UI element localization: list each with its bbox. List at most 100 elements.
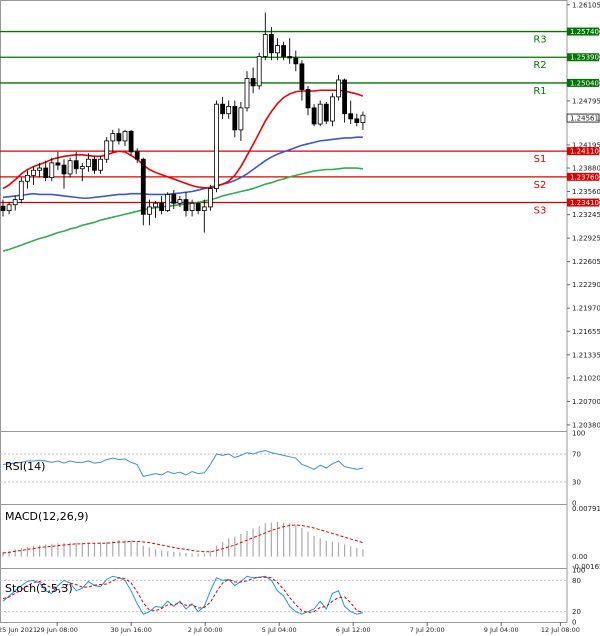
candle-body [43, 167, 49, 178]
candle [61, 159, 67, 189]
level-price-label: 1.25040 [570, 79, 599, 87]
candle-body [67, 160, 73, 175]
candle [317, 100, 323, 127]
candle [232, 100, 238, 138]
candle [201, 199, 207, 233]
x-tick-label: 9 Jul 04:00 [484, 626, 519, 634]
candle-body [214, 103, 219, 189]
candle-body [232, 105, 238, 131]
candle-body [49, 162, 55, 178]
candle-body [177, 199, 183, 204]
candle [293, 50, 299, 72]
x-tick-label: 2 Jul 00:00 [188, 626, 223, 634]
level-price-label: 1.25740 [570, 28, 599, 36]
candle-body [256, 56, 262, 87]
candle-body [6, 204, 12, 211]
candle [128, 129, 134, 156]
candle [79, 162, 85, 182]
candle-body [342, 79, 348, 115]
candle-body [104, 140, 110, 160]
macd-title: MACD(12,26,9) [5, 510, 89, 523]
candle [116, 128, 122, 145]
candle-body [140, 158, 146, 215]
candle-body [287, 56, 293, 59]
candle [110, 129, 116, 152]
candle-body [336, 79, 341, 98]
candle-body [122, 130, 128, 142]
rsi-level-label: 100 [572, 430, 585, 438]
y-tick-label: 1.20380 [572, 421, 600, 429]
candle-body [128, 130, 134, 153]
candle [153, 201, 158, 218]
y-tick-label: 1.21335 [572, 351, 600, 359]
y-tick-label: 1.20700 [572, 398, 600, 406]
y-tick-label: 1.23880 [572, 165, 600, 173]
level-price-label: 1.23760 [570, 173, 599, 181]
candle [104, 137, 110, 163]
candle [256, 52, 262, 90]
rsi-level-label: 30 [572, 479, 581, 487]
candle [250, 67, 256, 94]
x-tick-label: 29 Jun 08:00 [37, 626, 78, 634]
candle-body [98, 158, 103, 171]
candle-body [189, 202, 195, 211]
candle-body [0, 205, 6, 211]
x-tick-label: 30 Jun 16:00 [111, 626, 152, 634]
candle-body [73, 160, 79, 170]
current-price-label: 1.24561 [570, 115, 599, 123]
candle [6, 201, 12, 215]
candle-body [262, 34, 268, 57]
stoch-title: Stoch(5,5,3) [5, 582, 73, 595]
candle-body [238, 107, 244, 131]
candle-body [311, 107, 317, 125]
candle-body [299, 63, 305, 90]
macd-level-label: 0.00 [572, 553, 588, 561]
candle-body [281, 45, 287, 57]
candle-body [55, 162, 61, 166]
candle-body [268, 34, 274, 54]
level-name-s1: S1 [534, 154, 547, 165]
level-name-r3: R3 [533, 35, 546, 46]
candle [287, 38, 293, 64]
candle [207, 184, 213, 211]
candle [55, 151, 61, 171]
candle [165, 192, 171, 213]
candle-body [275, 45, 280, 54]
stoch-level-label: 80 [572, 577, 581, 585]
y-tick-label: 1.23560 [572, 188, 600, 196]
candle-body [226, 105, 232, 115]
macd-signal-line [2, 524, 364, 554]
forex-chart: 1.26105 1.25740 1.25390 1.25040 1.24561 1.241… [0, 0, 600, 634]
level-price-label: 1.24110 [570, 148, 599, 156]
candle-body [146, 206, 152, 215]
candle [43, 160, 49, 182]
candle-body [153, 202, 158, 208]
stoch-level-label: 20 [572, 608, 581, 616]
candle-body [165, 194, 171, 211]
level-name-s2: S2 [534, 180, 547, 191]
candle-body [183, 199, 189, 211]
y-tick-label: 1.26105 [572, 1, 600, 9]
x-tick-label: 7 Jul 20:00 [410, 626, 445, 634]
candle [305, 85, 311, 116]
candle [214, 100, 219, 193]
candle-body [201, 206, 207, 211]
candle-body [329, 96, 335, 122]
y-tick-label: 1.22605 [572, 258, 600, 266]
candle [67, 157, 73, 178]
candle [49, 157, 55, 182]
candle-body [323, 103, 329, 122]
candle [262, 12, 268, 61]
candle [183, 192, 189, 217]
candle [311, 104, 317, 127]
candle-body [134, 151, 140, 160]
candle [220, 96, 226, 119]
x-tick-label: 5 Jul 04:00 [262, 626, 297, 634]
candle-body [110, 133, 116, 142]
candle-body [37, 167, 42, 171]
candle [360, 111, 366, 130]
candle-body [250, 78, 256, 87]
y-tick-label: 1.23245 [572, 211, 600, 219]
level-name-s3: S3 [534, 206, 547, 217]
level-price-label: 1.23410 [570, 199, 599, 207]
